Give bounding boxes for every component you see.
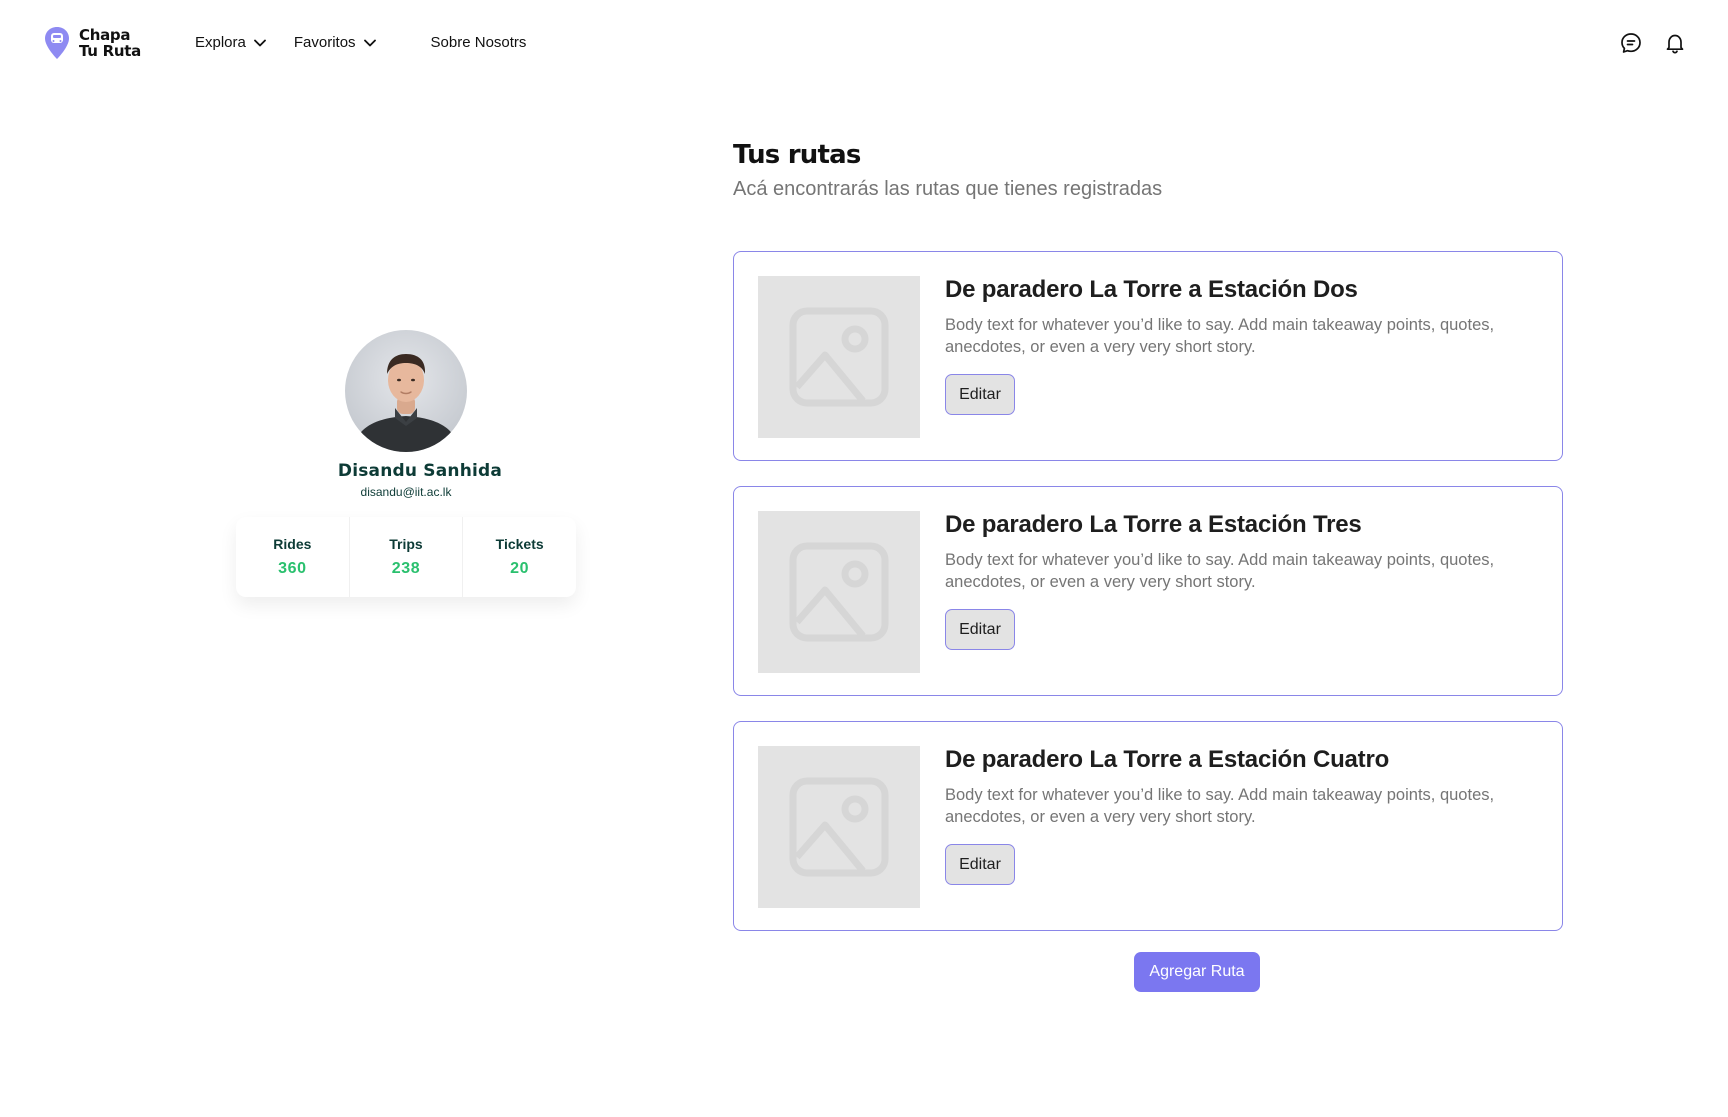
page-title: Tus rutas — [733, 140, 861, 170]
stat-value: 20 — [510, 560, 530, 577]
top-navbar: Chapa Tu Ruta Explora Favoritos Sobre No… — [0, 0, 1728, 90]
nav-explora-label: Explora — [195, 34, 246, 51]
edit-route-button[interactable]: Editar — [945, 609, 1015, 650]
nav-explora[interactable]: Explora — [195, 34, 266, 51]
edit-route-button[interactable]: Editar — [945, 844, 1015, 885]
image-placeholder-icon — [789, 307, 889, 407]
route-card: De paradero La Torre a Estación Tres Bod… — [733, 486, 1563, 696]
profile-name: Disandu Sanhida — [337, 461, 503, 481]
nav-sobre-nosotros[interactable]: Sobre Nosotrs — [431, 34, 527, 51]
stat-value: 238 — [391, 560, 421, 577]
profile-stats: Rides 360 Trips 238 Tickets 20 — [236, 517, 576, 597]
location-pin-icon — [45, 27, 69, 59]
stat-label: Rides — [273, 536, 312, 552]
nav-sobre-nosotros-label: Sobre Nosotrs — [430, 34, 527, 51]
stat-trips: Trips 238 — [350, 517, 464, 597]
chevron-down-icon — [253, 39, 266, 46]
stat-value: 360 — [278, 560, 307, 577]
route-title: De paradero La Torre a Estación Dos — [945, 276, 1358, 303]
route-body: Body text for whatever you’d like to say… — [945, 316, 1495, 356]
route-image-placeholder — [758, 276, 920, 438]
message-icon[interactable] — [1618, 30, 1644, 56]
profile-email: disandu@iit.ac.lk — [360, 485, 452, 499]
main-menu: Explora Favoritos Sobre Nosotrs — [195, 34, 526, 51]
image-placeholder-icon — [789, 777, 889, 877]
route-card: De paradero La Torre a Estación Dos Body… — [733, 251, 1563, 461]
stat-tickets: Tickets 20 — [463, 517, 576, 597]
user-portrait-image — [353, 354, 459, 452]
add-route-button[interactable]: Agregar Ruta — [1134, 952, 1260, 992]
nav-favoritos-label: Favoritos — [293, 34, 356, 51]
nav-actions — [1600, 30, 1688, 56]
route-title: De paradero La Torre a Estación Cuatro — [945, 746, 1390, 773]
brand-line-2: Tu Ruta — [79, 42, 141, 60]
route-card: De paradero La Torre a Estación Cuatro B… — [733, 721, 1563, 931]
bell-icon[interactable] — [1662, 30, 1688, 56]
page-subtitle: Acá encontrarás las rutas que tienes reg… — [733, 178, 1163, 200]
route-body: Body text for whatever you’d like to say… — [945, 786, 1495, 826]
chevron-down-icon — [363, 39, 376, 46]
nav-favoritos[interactable]: Favoritos — [294, 34, 376, 51]
edit-route-button[interactable]: Editar — [945, 374, 1015, 415]
stat-rides: Rides 360 — [236, 517, 350, 597]
brand-line-1: Chapa — [79, 26, 131, 44]
stat-label: Tickets — [495, 536, 544, 552]
route-title: De paradero La Torre a Estación Tres — [945, 511, 1362, 538]
stat-label: Trips — [389, 536, 423, 552]
route-image-placeholder — [758, 746, 920, 908]
route-image-placeholder — [758, 511, 920, 673]
route-body: Body text for whatever you’d like to say… — [945, 551, 1495, 591]
brand-logo[interactable]: Chapa Tu Ruta — [44, 26, 141, 60]
avatar — [345, 330, 467, 452]
image-placeholder-icon — [789, 542, 889, 642]
